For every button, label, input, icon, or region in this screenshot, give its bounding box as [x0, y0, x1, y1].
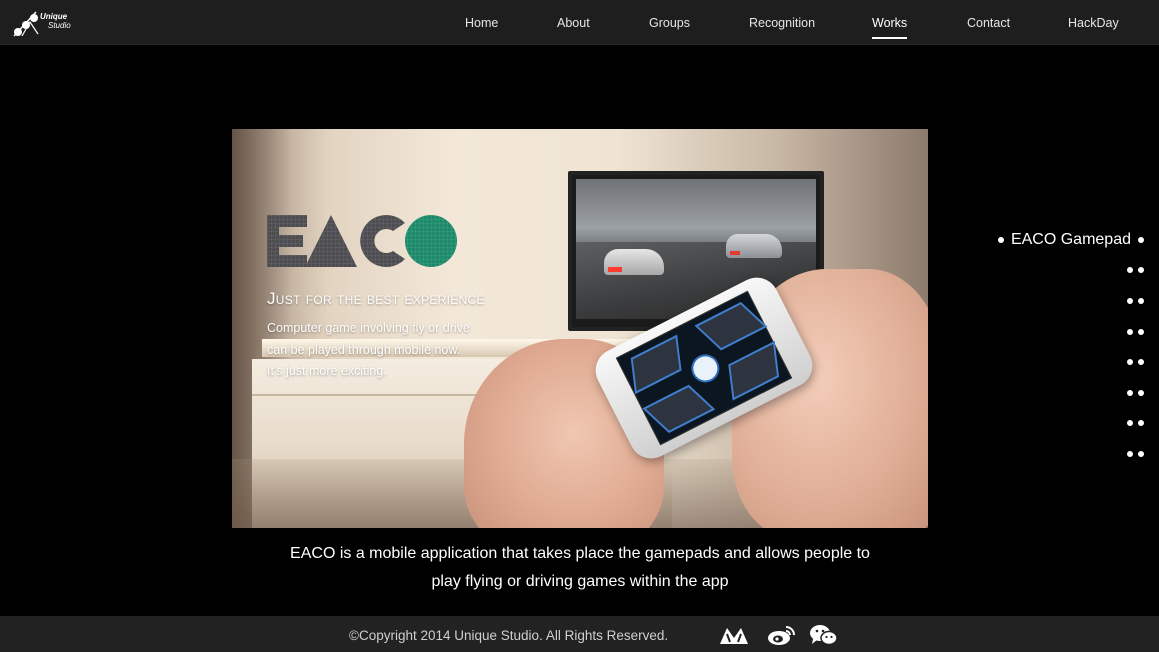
slide-dot-icon — [1138, 237, 1144, 243]
slide-item-6[interactable] — [1127, 383, 1144, 403]
slide-dot-icon — [1127, 267, 1133, 273]
nav-home[interactable]: Home — [465, 16, 498, 30]
slide-dot-icon — [1127, 329, 1133, 335]
slide-dot-icon — [1127, 451, 1133, 457]
slide-dot-icon — [1138, 359, 1144, 365]
slide-item-2[interactable] — [1127, 260, 1144, 280]
copyright-text: ©Copyright 2014 Unique Studio. All Right… — [349, 628, 669, 643]
slide-item-4[interactable] — [1127, 322, 1144, 342]
project-caption: EACO is a mobile application that takes … — [232, 540, 928, 596]
slide-item-7[interactable] — [1127, 413, 1144, 433]
slide-dot-icon — [1138, 390, 1144, 396]
pad-button-top-left — [630, 334, 682, 395]
caption-line-2: play flying or driving games within the … — [431, 573, 729, 590]
compass-icon — [686, 349, 725, 388]
unique-logo-icon[interactable] — [718, 624, 750, 646]
slide-dot-icon — [1127, 420, 1133, 426]
logo-line-1: Unique — [40, 12, 68, 21]
slide-dot-icon — [1138, 420, 1144, 426]
slide-dot-icon — [1127, 390, 1133, 396]
nav-works[interactable]: Works — [872, 16, 908, 39]
slide-item-3[interactable] — [1127, 291, 1144, 311]
slide-dot-icon — [1138, 267, 1144, 273]
eaco-logo — [267, 215, 457, 267]
wechat-icon[interactable] — [808, 624, 840, 646]
nav-recognition[interactable]: Recognition — [749, 16, 815, 30]
weibo-icon[interactable] — [766, 624, 798, 646]
slide-dot-icon — [1127, 298, 1133, 304]
logo-line-2: Studio — [48, 21, 71, 30]
slide-label: EACO Gamepad — [1010, 231, 1131, 248]
slide-item-eaco-gamepad[interactable]: EACO Gamepad — [997, 230, 1144, 250]
caption-line-1: EACO is a mobile application that takes … — [290, 545, 870, 562]
logo-mark-icon — [13, 11, 39, 37]
nav-about[interactable]: About — [557, 16, 590, 30]
slide-item-5[interactable] — [1127, 352, 1144, 372]
nav-groups[interactable]: Groups — [649, 16, 690, 30]
pad-button-bottom-left — [642, 384, 716, 434]
slide-dot-icon — [1127, 359, 1133, 365]
eaco-hero-image: Just for the best experience Computer ga… — [232, 129, 928, 528]
slide-dot-icon — [997, 237, 1004, 243]
eaco-description: Computer game involving fly or drive can… — [267, 318, 507, 383]
top-navbar: Unique Studio Home About Groups Recognit… — [0, 0, 1159, 45]
eaco-tagline: Just for the best experience — [267, 289, 485, 308]
unique-studio-logo[interactable]: Unique Studio — [12, 8, 74, 38]
pad-button-bottom-right — [728, 340, 780, 401]
logo-text: Unique Studio — [40, 12, 71, 30]
slide-dot-icon — [1138, 451, 1144, 457]
eaco-desc-line-1: Computer game involving fly or drive — [267, 321, 470, 335]
slide-dot-icon — [1138, 329, 1144, 335]
slide-dot-icon — [1138, 298, 1144, 304]
eaco-desc-line-2: can be played through mobile now. — [267, 342, 461, 357]
nav-hackday[interactable]: HackDay — [1068, 16, 1119, 30]
footer: ©Copyright 2014 Unique Studio. All Right… — [0, 616, 1159, 652]
race-car-back — [726, 234, 782, 258]
slide-item-8[interactable] — [1127, 444, 1144, 464]
pad-button-top-right — [694, 302, 768, 351]
eaco-desc-line-3: It's just more exciting. — [267, 364, 387, 378]
race-car-front — [604, 249, 664, 275]
nav-contact[interactable]: Contact — [967, 16, 1010, 30]
